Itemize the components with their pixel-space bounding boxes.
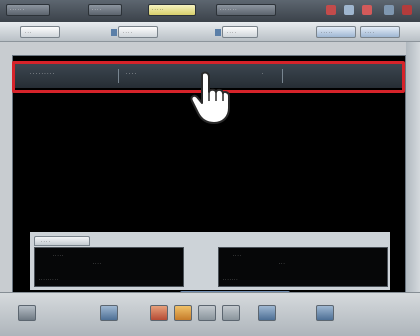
topbar-item-2-label: · · · ·: [92, 7, 101, 12]
topbar-item-4[interactable]: · · · · · · ·: [216, 4, 276, 16]
sub-toolbar: · · · · · · · · · · · · · · · · · · · ·: [0, 22, 420, 42]
detail-left-line-2: · · · ·: [93, 262, 101, 266]
tab-4[interactable]: · · · · ·: [316, 26, 356, 38]
detail-tab[interactable]: · · · ·: [34, 236, 90, 246]
tab-5[interactable]: · · · ·: [360, 26, 400, 38]
calendar-icon: [215, 29, 221, 36]
list-icon: [111, 29, 117, 36]
detail-box-right[interactable]: · · · · · · · · · · · · · ·: [218, 247, 388, 287]
topbar-item-3-label: · · · · ·: [152, 7, 164, 12]
help-icon[interactable]: [384, 5, 394, 15]
alert-icon[interactable]: [326, 5, 336, 15]
detail-left-line-3: · · · · · · · · ·: [39, 278, 58, 282]
topbar-item-3[interactable]: · · · · ·: [148, 4, 196, 16]
pointer-hand-icon: [190, 71, 230, 124]
detail-right-line-3: · · · · · · ·: [223, 278, 238, 282]
save-icon[interactable]: [258, 305, 276, 321]
topbar-item-4-label: · · · · · · ·: [220, 7, 237, 12]
tab-2[interactable]: · · · ·: [111, 26, 158, 38]
stop-icon[interactable]: [362, 5, 372, 15]
copy-icon[interactable]: [198, 305, 216, 321]
topbar-item-1-label: · · · · · ·: [10, 7, 24, 12]
detail-right-line-2: · · ·: [279, 262, 285, 266]
delete-icon[interactable]: [222, 305, 240, 321]
detail-tab-label: · · · ·: [41, 239, 50, 244]
menu-icon[interactable]: [18, 305, 36, 321]
tab-5-label: · · · ·: [365, 30, 374, 35]
print-icon[interactable]: [100, 305, 118, 321]
tab-2-label: · · · ·: [123, 30, 132, 35]
edit-icon[interactable]: [174, 305, 192, 321]
settings-icon[interactable]: [344, 5, 354, 15]
top-menu-bar: · · · · · · · · · · · · · · · · · · · · …: [0, 0, 420, 22]
detail-left-line-1: · · · · ·: [53, 254, 64, 258]
image-icon[interactable]: [150, 305, 168, 321]
topbar-item-2[interactable]: · · · ·: [88, 4, 122, 16]
footer-toolbar: [0, 292, 420, 336]
detail-right-line-1: · · · ·: [233, 254, 241, 258]
exit-icon[interactable]: [402, 5, 412, 15]
tab-3-label: · · · ·: [227, 30, 236, 35]
tab-1-label: · · ·: [25, 30, 32, 35]
tab-4-label: · · · · ·: [321, 30, 333, 35]
send-icon[interactable]: [316, 305, 334, 321]
right-side-panel: [406, 42, 420, 292]
tab-3[interactable]: · · · ·: [215, 26, 258, 38]
tab-1[interactable]: · · ·: [20, 26, 60, 38]
topbar-item-1[interactable]: · · · · · ·: [6, 4, 50, 16]
detail-box-left[interactable]: · · · · · · · · · · · · · · · · · ·: [34, 247, 184, 287]
